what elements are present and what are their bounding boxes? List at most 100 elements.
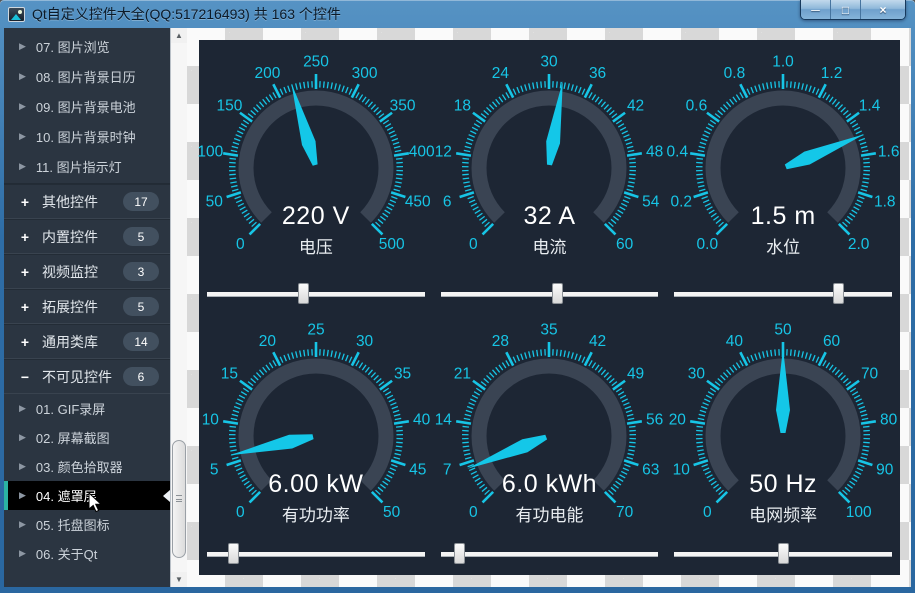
slider-handle[interactable]	[228, 543, 239, 564]
slider-track[interactable]	[441, 552, 659, 557]
gauge-minor-tick	[263, 99, 267, 104]
gauge-minor-tick	[775, 81, 776, 87]
count-badge: 5	[123, 227, 159, 246]
gauge-minor-tick	[630, 174, 636, 175]
close-button[interactable]: ×	[861, 0, 905, 19]
slider-grid-frequency[interactable]	[674, 540, 892, 575]
gauge-minor-tick	[473, 395, 479, 398]
gauge-minor-tick	[342, 86, 344, 92]
gauge-minor-tick	[395, 150, 401, 151]
gauge-minor-tick	[338, 84, 340, 90]
gauge-minor-tick	[231, 418, 237, 419]
slider-active-energy[interactable]	[441, 540, 659, 575]
gauge-minor-tick	[387, 127, 393, 130]
gauge-major-tick	[861, 421, 876, 423]
gauge-minor-tick	[379, 114, 384, 118]
gauge-minor-tick	[565, 83, 566, 89]
sidebar-category-builtin[interactable]: + 内置控件 5	[4, 219, 170, 254]
gauge-minor-tick	[391, 196, 397, 198]
gauge-minor-tick	[248, 114, 253, 118]
gauge-minor-tick	[572, 84, 574, 90]
main-area: 050100150200250300350400450500 220 V 电压 …	[187, 28, 911, 587]
gauge-major-tick	[226, 460, 240, 465]
gauge-minor-tick	[612, 382, 617, 386]
title-bar: Qt自定义控件大全(QQ:517216493) 共 163 个控件 ─ □ ×	[0, 0, 915, 28]
sidebar-category-video[interactable]: + 视频监控 3	[4, 254, 170, 289]
gauge-minor-tick	[232, 146, 238, 148]
gauge-minor-tick	[471, 131, 477, 134]
gauge-minor-tick	[263, 367, 267, 372]
gauge-major-tick	[380, 381, 392, 390]
gauge-value: 6.00 kW	[199, 470, 433, 499]
gauge-minor-tick	[863, 426, 869, 427]
sidebar-top-group: ▶ 07. 图片浏览 ▶ 08. 图片背景日历 ▶ 09. 图片背景电池 ▶ 1…	[4, 28, 170, 184]
gauge-minor-tick	[730, 367, 734, 372]
gauge-minor-tick	[469, 135, 475, 137]
sidebar-item-masklayer[interactable]: ▶ 04. 遮罩层	[4, 481, 170, 510]
scroll-up-button[interactable]: ▲	[171, 28, 187, 43]
slider-handle[interactable]	[778, 543, 789, 564]
gauge-minor-tick	[229, 442, 235, 443]
gauge-label: 水位	[666, 233, 900, 258]
sidebar-item-07[interactable]: ▶ 07. 图片浏览	[4, 31, 170, 61]
slider-current[interactable]	[441, 280, 659, 308]
sidebar-item-colorpicker[interactable]: ▶ 03. 颜色拾取器	[4, 452, 170, 481]
sidebar-item-aboutqt[interactable]: ▶ 06. 关于Qt	[4, 539, 170, 568]
slider-track[interactable]	[441, 292, 659, 297]
minimize-button[interactable]: ─	[801, 0, 831, 19]
gauge-minor-tick	[622, 399, 628, 402]
scroll-thumb[interactable]	[172, 440, 186, 558]
gauge-minor-tick	[243, 120, 248, 124]
sidebar-item-09[interactable]: ▶ 09. 图片背景电池	[4, 91, 170, 121]
slider-track[interactable]	[207, 552, 425, 557]
gauge-minor-tick	[468, 196, 474, 198]
slider-handle[interactable]	[833, 283, 844, 304]
sidebar-scrollbar[interactable]: ▲ ▼	[170, 28, 187, 587]
gauge-minor-tick	[763, 351, 765, 357]
slider-handle[interactable]	[552, 283, 563, 304]
gauge-minor-tick	[565, 351, 566, 357]
gauge-major-tick	[613, 381, 625, 390]
gauge-minor-tick	[718, 378, 723, 382]
slider-row	[433, 540, 667, 575]
gauge-minor-tick	[599, 99, 603, 104]
gauge-minor-tick	[835, 102, 839, 107]
gauge-minor-tick	[627, 146, 633, 148]
gauge-minor-tick	[596, 365, 600, 370]
gauge-label: 电流	[433, 233, 667, 258]
slider-track[interactable]	[207, 292, 425, 297]
gauge-major-tick	[861, 153, 876, 155]
gauge-tick-label: 0.4	[667, 144, 689, 161]
sidebar-item-08[interactable]: ▶ 08. 图片背景日历	[4, 61, 170, 91]
sidebar-item-11[interactable]: ▶ 11. 图片指示灯	[4, 151, 170, 181]
slider-active-power[interactable]	[207, 540, 425, 575]
tree-item-label: 05. 托盘图标	[36, 515, 110, 534]
slider-voltage[interactable]	[207, 280, 425, 308]
gauge-minor-tick	[589, 92, 592, 98]
slider-water-level[interactable]	[674, 280, 892, 308]
gauge-minor-tick	[327, 350, 328, 356]
sidebar-item-trayicon[interactable]: ▶ 05. 托盘图标	[4, 510, 170, 539]
slider-track[interactable]	[674, 292, 892, 297]
sidebar-category-extend[interactable]: + 拓展控件 5	[4, 289, 170, 324]
gauge-major-tick	[707, 113, 719, 122]
maximize-button[interactable]: □	[831, 0, 861, 19]
gauge-minor-tick	[288, 354, 290, 360]
slider-handle[interactable]	[454, 543, 465, 564]
sidebar-item-gif[interactable]: ▶ 01. GIF录屏	[4, 394, 170, 423]
sidebar-item-10[interactable]: ▶ 10. 图片背景时钟	[4, 121, 170, 151]
gauge-minor-tick	[395, 450, 401, 451]
gauge-minor-tick	[280, 89, 283, 95]
sidebar-item-screenshot[interactable]: ▶ 02. 屏幕截图	[4, 423, 170, 452]
gauge-minor-tick	[392, 407, 398, 409]
sidebar-category-invisible[interactable]: − 不可见控件 6	[4, 359, 170, 394]
sidebar-category-other[interactable]: + 其他控件 17	[4, 184, 170, 219]
gauge-minor-tick	[698, 150, 704, 151]
scroll-down-button[interactable]: ▼	[171, 572, 187, 587]
gauge-minor-tick	[362, 365, 366, 370]
gauge-minor-tick	[230, 446, 236, 447]
sidebar-category-common[interactable]: + 通用类库 14	[4, 324, 170, 359]
gauge-minor-tick	[541, 81, 542, 87]
gauge-minor-tick	[715, 382, 720, 386]
slider-handle[interactable]	[298, 283, 309, 304]
